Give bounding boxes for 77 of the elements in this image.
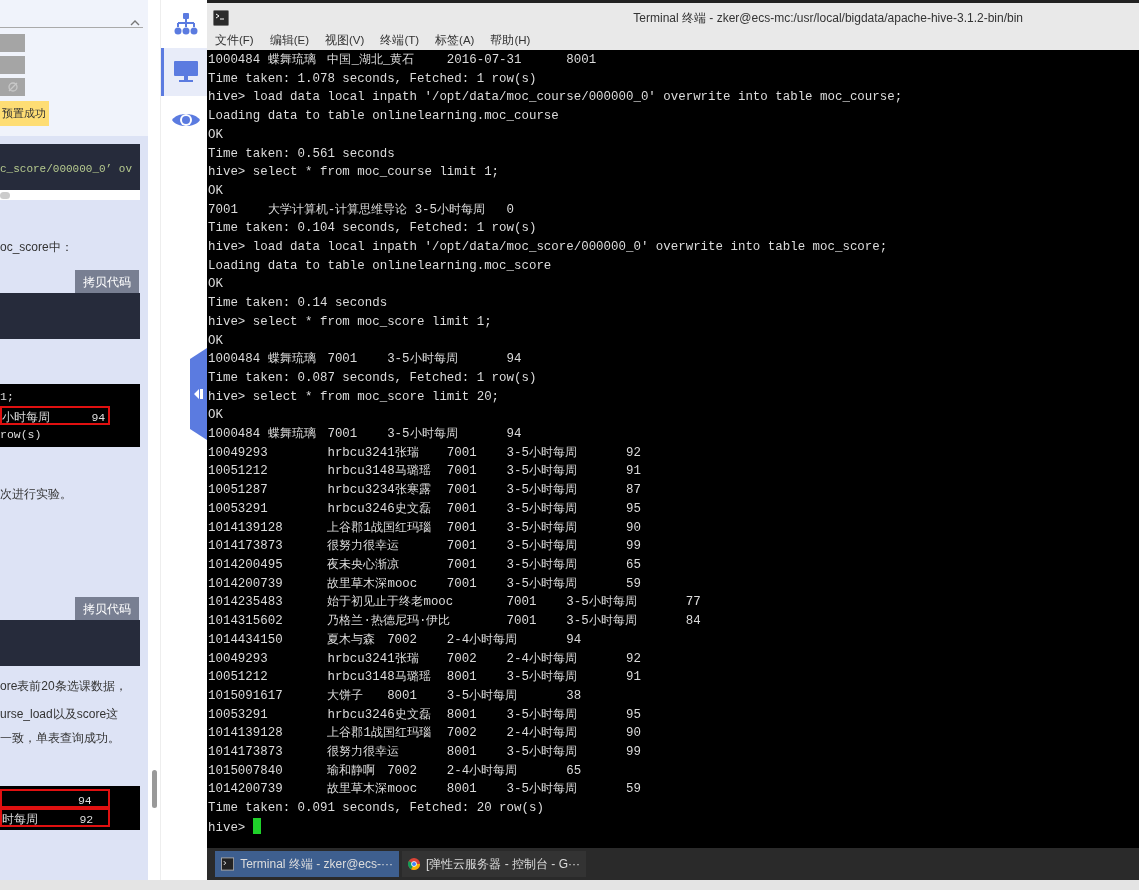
- output-line: 1;: [0, 389, 15, 405]
- paragraph-text: ore表前20条选课数据，: [0, 678, 128, 695]
- window-title: Terminal 终端 - zker@ecs-mc:/usr/local/bigdata/apache-hive-3.1.2-bin/bin: [633, 9, 1023, 27]
- sitemap-icon: [173, 13, 198, 35]
- cursor: [252, 817, 261, 834]
- status-badge: 预置成功: [0, 101, 49, 126]
- prompt-text: hive>: [208, 820, 246, 835]
- menu-item[interactable]: 视图(V): [325, 32, 365, 50]
- menu-item[interactable]: 帮助(H): [490, 32, 531, 50]
- terminal-line: 10051212 hrbcu3148马璐瑶 8001 3-5小时每周 91: [208, 669, 641, 687]
- terminal-line: 1000484 蝶舞琉璃 7001 3-5小时每周 94: [208, 426, 522, 444]
- terminal-line: OK: [208, 332, 223, 350]
- terminal-line: 1014235483 始于初见止于终老mooc 7001 3-5小时每周 77: [208, 594, 701, 612]
- eye-slash-icon[interactable]: [6, 81, 19, 93]
- terminal-line: 10051212 hrbcu3148马璐瑶 7001 3-5小时每周 91: [208, 463, 641, 481]
- terminal-line: 7001 大学计算机-计算思维导论 3-5小时每周 0: [208, 201, 515, 219]
- masked-field[interactable]: [0, 56, 25, 74]
- terminal-line: 1000484 蝶舞琉璃 中国_湖北_黄石 2016-07-31 8001: [208, 52, 597, 69]
- terminal-line: 10049293 hrbcu3241张瑞 7002 2-4小时每周 92: [208, 650, 641, 668]
- terminal-line: 1014173873 很努力很幸运 8001 3-5小时每周 99: [208, 744, 641, 761]
- terminal-line: 1015091617 大饼子 8001 3-5小时每周 38: [208, 687, 582, 705]
- terminal-line: OK: [208, 126, 223, 144]
- terminal-icon: [221, 857, 235, 871]
- terminal-line: 10051287 hrbcu3234张寒露 7001 3-5小时每周 87: [208, 482, 641, 500]
- taskbar-button[interactable]: Terminal 终端 - zker@ecs-···: [215, 851, 399, 877]
- terminal-line: Time taken: 0.091 seconds, Fetched: 20 row(s): [208, 800, 544, 818]
- collapse-icon: [194, 389, 203, 399]
- terminal-line: Time taken: 0.104 seconds, Fetched: 1 row(s): [208, 220, 537, 238]
- menu-item[interactable]: 文件(F): [215, 32, 254, 50]
- terminal-line: OK: [208, 407, 223, 425]
- terminal-line: 1015007840 瑜和静啊 7002 2-4小时每周 65: [208, 762, 582, 780]
- terminal-line: 10049293 hrbcu3241张瑞 7001 3-5小时每周 92: [208, 444, 641, 462]
- terminal-line: 1000484 蝶舞琉璃 7001 3-5小时每周 94: [208, 351, 522, 369]
- terminal-line: 1014434150 夏木与森 7002 2-4小时每周 94: [208, 631, 582, 649]
- paragraph-text: 次进行实验。: [0, 486, 73, 503]
- terminal-line: 1014173873 很努力很幸运 7001 3-5小时每周 99: [208, 538, 641, 556]
- masked-field[interactable]: [0, 34, 25, 52]
- paragraph-text: oc_score中：: [0, 239, 74, 256]
- terminal-line: hive> load data local inpath '/opt/data/moc_course/000000_0' overwrite into table moc_course;: [208, 89, 903, 107]
- paragraph-text: urse_load以及score这: [0, 706, 120, 723]
- terminal-icon: [213, 9, 229, 26]
- terminal-line: OK: [208, 182, 223, 200]
- copy-code-button[interactable]: 拷贝代码: [75, 270, 139, 293]
- terminal-line: 1014200739 故里草木深mooc 8001 3-5小时每周 59: [208, 781, 641, 799]
- terminal-line: 1014139128 上谷郡1战国红玛瑙 7002 2-4小时每周 90: [208, 725, 641, 743]
- browser-icon: [408, 857, 420, 871]
- terminal-line: hive> select * from moc_score limit 1;: [208, 313, 492, 331]
- scrollbar-thumb[interactable]: [151, 770, 157, 808]
- terminal-line: 10053291 hrbcu3246史文磊 7001 3-5小时每周 95: [208, 500, 641, 518]
- terminal-line: 1014315602 乃格兰·热德尼玛·伊比 7001 3-5小时每周 84: [208, 613, 701, 631]
- terminal-line: 10053291 hrbcu3246史文磊 8001 3-5小时每周 95: [208, 706, 641, 724]
- terminal-line: Time taken: 0.087 seconds, Fetched: 1 row(s): [208, 369, 537, 387]
- paragraph-text: 一致，单表查询成功。: [0, 730, 121, 747]
- terminal-line: Time taken: 0.561 seconds: [208, 145, 395, 163]
- terminal-line: OK: [208, 276, 223, 294]
- horizontal-scrollbar[interactable]: [0, 190, 140, 200]
- terminal-line: 1014139128 上谷郡1战国红玛瑙 7001 3-5小时每周 90: [208, 519, 641, 537]
- scrollbar-thumb[interactable]: [0, 191, 10, 199]
- terminal-line: Time taken: 1.078 seconds, Fetched: 1 row(s): [208, 70, 537, 88]
- terminal-line: hive> select * from moc_score limit 20;: [208, 388, 500, 406]
- terminal-line: hive> load data local inpath '/opt/data/moc_score/000000_0' overwrite into table moc_score;: [208, 239, 888, 257]
- monitor-icon: [173, 61, 198, 83]
- terminal-line: Loading data to table onlinelearning.moc_score: [208, 257, 552, 275]
- masked-field[interactable]: [0, 78, 25, 96]
- terminal-line: 1014200495 夜未央心渐凉 7001 3-5小时每周 65: [208, 557, 641, 574]
- terminal-line: Time taken: 0.14 seconds: [208, 295, 388, 313]
- taskbar-button[interactable]: [弹性云服务器 - 控制台 - G···: [402, 851, 586, 877]
- code-text: c_score/000000_0’ ov: [0, 163, 133, 175]
- terminal-line: 1014200739 故里草木深mooc 7001 3-5小时每周 59: [208, 575, 641, 593]
- menu-item[interactable]: 标签(A): [435, 32, 475, 50]
- chevron-up-icon[interactable]: [130, 19, 140, 26]
- terminal-line: Loading data to table onlinelearning.moc_course: [208, 108, 559, 126]
- menu-item[interactable]: 编辑(E): [269, 32, 310, 50]
- terminal-line: hive> select * from moc_course limit 1;: [208, 164, 500, 182]
- copy-code-button[interactable]: 拷贝代码: [75, 597, 139, 620]
- output-line: row(s): [0, 427, 43, 443]
- menu-item[interactable]: 终端(T): [380, 32, 420, 50]
